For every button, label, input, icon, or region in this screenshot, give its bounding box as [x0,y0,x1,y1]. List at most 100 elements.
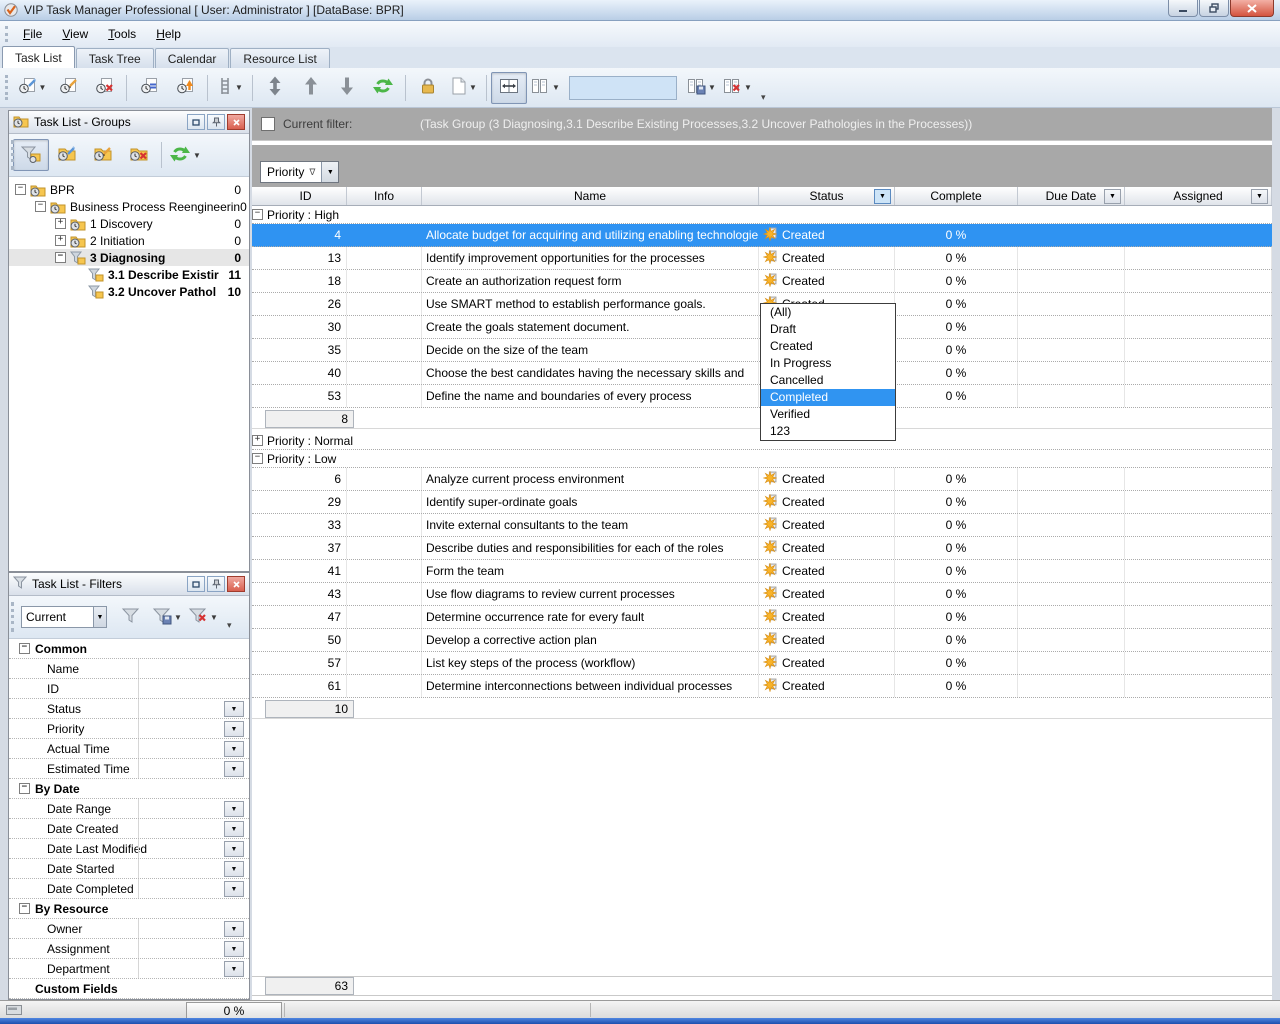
filter-field-date-created[interactable]: Date Created▼ [9,819,249,839]
task-row[interactable]: 4Allocate budget for acquiring and utili… [252,224,1272,247]
task-hierarchy-button[interactable]: ▼ [212,72,248,104]
filter-preset-combo[interactable]: Current ▼ [21,606,107,628]
group-by-priority-button[interactable]: Priority∇ ▼ [260,161,339,183]
filter-field-name[interactable]: Name [9,659,249,679]
filter-section-common[interactable]: −Common [9,639,249,659]
tree-item-3.1-describe-existir[interactable]: 3.1 Describe Existir11 [9,266,249,283]
search-input[interactable] [569,76,677,100]
chevron-down-icon[interactable]: ▼ [1104,189,1121,204]
filter-field-date-completed[interactable]: Date Completed▼ [9,879,249,899]
collapse-icon[interactable]: − [55,252,66,263]
expand-icon[interactable]: + [252,435,263,446]
task-row[interactable]: 47Determine occurrence rate for every fa… [252,606,1272,629]
collapse-icon[interactable]: − [35,201,46,212]
toolbar-overflow-icon[interactable]: ▾ [761,92,766,107]
chevron-down-icon[interactable]: ▼ [469,83,477,92]
task-priority-button[interactable] [167,72,203,104]
filter-field-department[interactable]: Department▼ [9,959,249,979]
dropdown-option-123[interactable]: 123 [761,423,895,440]
chevron-down-icon[interactable]: ▼ [874,189,891,204]
chevron-down-icon[interactable]: ▼ [224,861,244,877]
filter-field-owner[interactable]: Owner▼ [9,919,249,939]
task-row[interactable]: 29Identify super-ordinate goalsCreated0 … [252,491,1272,514]
collapse-icon[interactable]: − [15,184,26,195]
permissions-button[interactable] [410,72,446,104]
filter-field-id[interactable]: ID [9,679,249,699]
chevron-down-icon[interactable]: ▼ [193,151,201,160]
chevron-down-icon[interactable]: ▼ [93,607,106,627]
expand-icon[interactable]: + [55,218,66,229]
new-task-button[interactable]: ▼ [14,72,50,104]
task-row[interactable]: 43Use flow diagrams to review current pr… [252,583,1272,606]
collapse-icon[interactable]: − [19,643,30,654]
clear-view-button[interactable]: ▼ [719,72,755,104]
task-row[interactable]: 61Determine interconnections between ind… [252,675,1272,698]
chevron-down-icon[interactable]: ▼ [224,881,244,897]
print-button[interactable]: ▼ [446,72,482,104]
clear-filter-button[interactable]: ▼ [185,601,221,633]
dropdown-option-verified[interactable]: Verified [761,406,895,423]
column-header-due-date[interactable]: Due Date▼ [1018,187,1125,205]
filter-field-assignment[interactable]: Assignment▼ [9,939,249,959]
move-down-button[interactable] [329,72,365,104]
chevron-down-icon[interactable]: ▼ [224,701,244,717]
dropdown-option-draft[interactable]: Draft [761,321,895,338]
current-filter-checkbox[interactable] [261,117,275,131]
dropdown-option--all-[interactable]: (All) [761,304,895,321]
collapse-icon[interactable]: − [252,453,263,464]
refresh-groups-button[interactable]: ▼ [166,139,204,171]
chevron-down-icon[interactable]: ▼ [224,921,244,937]
groups-panel-close-icon[interactable] [227,114,245,130]
task-row[interactable]: 33Invite external consultants to the tea… [252,514,1272,537]
add-group-button[interactable] [49,139,85,171]
chevron-down-icon[interactable]: ▼ [210,613,218,622]
filter-section-custom-fields[interactable]: Custom Fields [9,979,249,999]
dropdown-option-created[interactable]: Created [761,338,895,355]
save-filter-button[interactable]: ▼ [149,601,185,633]
collapse-icon[interactable]: − [19,903,30,914]
tree-item-bpr[interactable]: −BPR0 [9,181,249,198]
chevron-down-icon[interactable]: ▼ [1251,189,1268,204]
expand-icon[interactable]: + [55,235,66,246]
fit-columns-button[interactable] [491,72,527,104]
chevron-down-icon[interactable]: ▼ [224,961,244,977]
restore-button[interactable] [1199,0,1229,17]
filter-field-date-range[interactable]: Date Range▼ [9,799,249,819]
chevron-down-icon[interactable]: ▼ [235,83,243,92]
group-header-priority-high[interactable]: −Priority : High [252,206,1272,224]
filters-panel-restore-icon[interactable] [187,576,205,592]
task-row[interactable]: 37Describe duties and responsibilities f… [252,537,1272,560]
column-header-id[interactable]: ID [265,187,347,205]
filters-panel-close-icon[interactable] [227,576,245,592]
column-header-assigned[interactable]: Assigned▼ [1125,187,1272,205]
groups-panel-restore-icon[interactable] [187,114,205,130]
chevron-down-icon[interactable]: ▼ [744,83,752,92]
filter-field-priority[interactable]: Priority▼ [9,719,249,739]
task-row[interactable]: 50Develop a corrective action planCreate… [252,629,1272,652]
chevron-down-icon[interactable]: ▼ [224,721,244,737]
customize-columns-button[interactable]: ▼ [527,72,563,104]
tree-item-1-discovery[interactable]: +1 Discovery0 [9,215,249,232]
filter-field-actual-time[interactable]: Actual Time▼ [9,739,249,759]
filter-field-status[interactable]: Status▼ [9,699,249,719]
chevron-down-icon[interactable]: ▼ [552,83,560,92]
chevron-down-icon[interactable]: ▼ [224,841,244,857]
close-button[interactable] [1230,0,1274,17]
filter-field-date-last-modified[interactable]: Date Last Modified▼ [9,839,249,859]
collapse-icon[interactable]: − [252,209,263,220]
save-view-button[interactable]: ▼ [683,72,719,104]
refresh-button[interactable] [365,72,401,104]
chevron-down-icon[interactable]: ▼ [321,162,338,182]
filter-field-estimated-time[interactable]: Estimated Time▼ [9,759,249,779]
edit-task-button[interactable] [50,72,86,104]
dropdown-option-in-progress[interactable]: In Progress [761,355,895,372]
chevron-down-icon[interactable]: ▼ [39,83,47,92]
delete-group-button[interactable] [121,139,157,171]
chevron-down-icon[interactable]: ▼ [224,941,244,957]
chevron-down-icon[interactable]: ▼ [224,741,244,757]
move-up-button[interactable] [293,72,329,104]
chevron-down-icon[interactable]: ▼ [224,761,244,777]
filter-section-by-resource[interactable]: −By Resource [9,899,249,919]
task-notes-button[interactable] [131,72,167,104]
column-header-status[interactable]: Status▼ [759,187,895,205]
